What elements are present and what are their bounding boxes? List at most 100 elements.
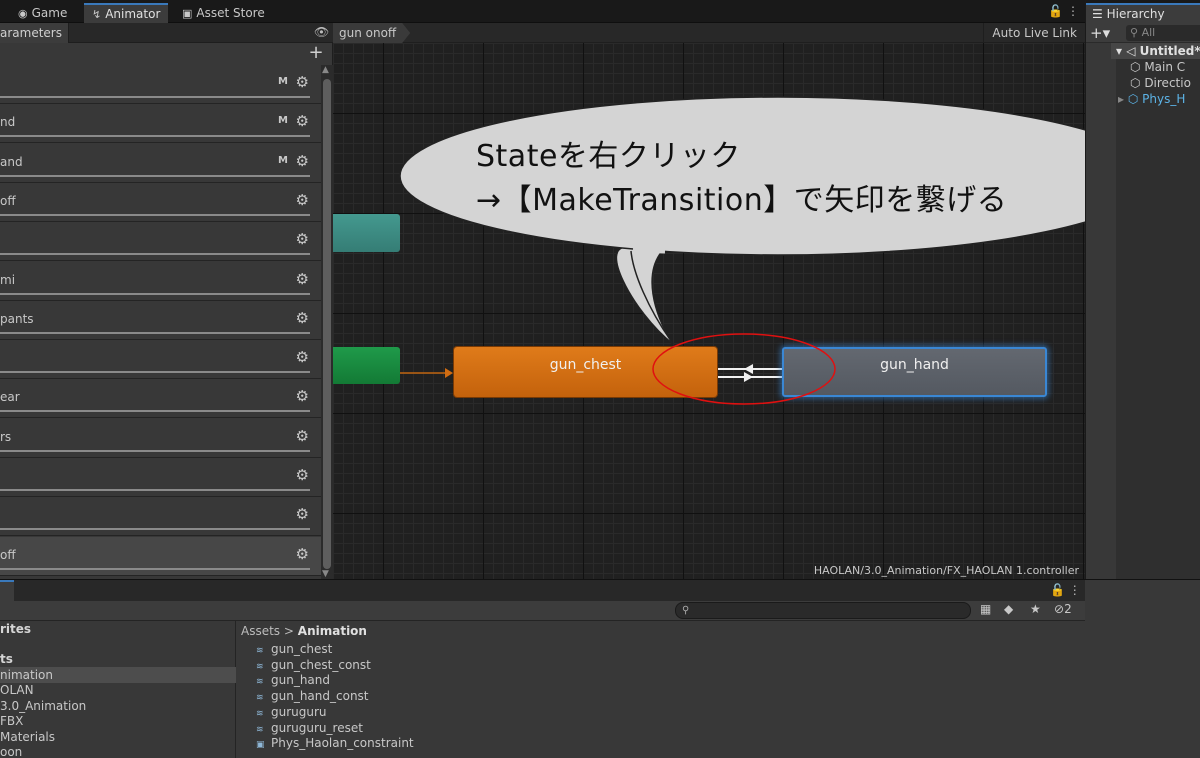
parameter-row[interactable]: M ⚙ [0,65,321,104]
parameter-name[interactable]: nd [0,115,15,129]
gear-icon[interactable]: ⚙ [296,112,309,130]
gear-icon[interactable]: ⚙ [296,427,309,445]
parameter-value-bar[interactable] [0,174,310,177]
parameter-row[interactable]: off ⚙ [0,536,321,576]
parameter-name[interactable]: off [0,548,16,562]
asset-item[interactable]: ≋ gun_hand_const [256,689,369,705]
parameter-value-bar[interactable] [0,253,310,256]
more-icon[interactable]: ⋮ [1067,4,1079,18]
hierarchy-search-input[interactable]: ⚲ All [1126,25,1200,41]
create-button[interactable]: +▾ [1090,23,1110,43]
folder-fbx[interactable]: FBX [0,713,23,729]
hierarchy-item-phys[interactable]: ▸ ⬡ Phys_H [1118,91,1185,107]
expand-arrow-icon[interactable]: ▾ [1116,44,1122,58]
parameter-name[interactable]: and [0,155,23,169]
asset-item[interactable]: ≋ guruguru_reset [256,721,363,737]
parameter-row[interactable]: ⚙ [0,222,321,262]
parameter-name[interactable]: mi [0,273,15,287]
hierarchy-item-directional-light[interactable]: ⬡ Directio [1130,75,1191,91]
parameter-row[interactable]: pants ⚙ [0,300,321,340]
parameter-name[interactable]: ear [0,390,20,404]
folder-favorites[interactable]: rites [0,621,31,637]
gear-icon[interactable]: ⚙ [296,152,309,170]
tab-asset-store[interactable]: ▣ Asset Store [174,3,273,23]
parameter-value-bar[interactable] [0,528,310,531]
lock-icon[interactable]: 🔓 [1050,583,1065,597]
label-icon[interactable]: ◆ [1004,602,1013,616]
folder-assets[interactable]: ts [0,651,13,667]
lock-icon[interactable]: 🔓 [1048,4,1063,18]
hidden-packages-icon[interactable]: ⊘2 [1054,602,1072,616]
scroll-down-icon[interactable]: ▼ [322,569,329,579]
tab-project[interactable] [0,580,14,601]
parameter-row[interactable]: and M ⚙ [0,143,321,183]
breadcrumb-animation[interactable]: Animation [298,624,367,638]
layer-breadcrumb[interactable]: gun onoff [333,23,410,43]
parameter-row[interactable]: ⚙ [0,497,321,537]
parameter-row[interactable]: ⚙ [0,340,321,380]
hierarchy-item-main-camera[interactable]: ⬡ Main C [1130,59,1185,75]
parameter-value-bar[interactable] [0,96,310,98]
folder-materials[interactable]: Materials [0,729,55,745]
parameter-name[interactable]: off [0,194,16,208]
parameter-value-bar[interactable] [0,135,310,138]
gear-icon[interactable]: ⚙ [296,191,309,209]
parameter-value-bar[interactable] [0,292,310,295]
eye-icon[interactable]: 👁 [314,25,329,39]
add-parameter-button[interactable]: + [307,43,325,63]
scrollbar-thumb[interactable] [323,79,331,569]
parameter-value-bar[interactable] [0,449,310,452]
breadcrumb-assets[interactable]: Assets [241,624,280,638]
asset-item[interactable]: ▣ Phys_Haolan_constraint [256,736,414,752]
animator-graph[interactable]: gun_chest gun_hand gun onoff Auto Live L… [333,23,1085,579]
gear-icon[interactable]: ⚙ [296,466,309,484]
tab-hierarchy[interactable]: ☰ Hierarchy [1086,3,1200,23]
project-search-input[interactable]: ⚲ [675,602,971,619]
parameter-value-bar[interactable] [0,213,310,216]
star-icon[interactable]: ★ [1030,602,1041,616]
parameter-value-bar[interactable] [0,489,310,491]
parameter-value-bar[interactable] [0,331,310,334]
scrollbar[interactable]: ▲ ▼ [321,65,333,579]
hierarchy-item-scene[interactable]: ▾ ◁ Untitled* [1111,43,1200,59]
parameter-name[interactable]: pants [0,312,34,326]
gear-icon[interactable]: ⚙ [296,505,309,523]
auto-live-link-button[interactable]: Auto Live Link [983,23,1085,43]
parameter-row[interactable]: rs ⚙ [0,418,321,458]
parameter-value-bar[interactable] [0,410,310,413]
parameter-row[interactable]: ear ⚙ [0,379,321,419]
parameter-row[interactable]: off ⚙ [0,182,321,222]
project-tab-menu[interactable]: 🔓 ⋮ [1050,583,1081,597]
tab-animator[interactable]: ↯ Animator [84,3,169,23]
collapse-arrow-icon[interactable]: ▸ [1118,92,1124,106]
project-folder-tree: rites ts nimation OLAN 3.0_Animation FBX… [0,621,236,758]
parameter-row[interactable]: nd M ⚙ [0,104,321,144]
folder-toon[interactable]: oon [0,744,22,758]
asset-item[interactable]: ≋ guruguru [256,705,327,721]
parameter-name[interactable]: rs [0,430,11,444]
gear-icon[interactable]: ⚙ [296,545,309,563]
scroll-up-icon[interactable]: ▲ [322,65,329,75]
tab-parameters[interactable]: arameters [0,23,69,43]
folder-3-0-animation[interactable]: 3.0_Animation [0,698,86,714]
gear-icon[interactable]: ⚙ [296,270,309,288]
more-icon[interactable]: ⋮ [1069,583,1081,597]
folder-animation[interactable]: nimation [0,667,236,683]
parameter-value-bar[interactable] [0,567,310,570]
parameter-row[interactable]: mi ⚙ [0,261,321,301]
gear-icon[interactable]: ⚙ [296,73,309,91]
parameter-row[interactable]: ⚙ [0,458,321,497]
asset-item[interactable]: ≋ gun_chest_const [256,658,371,674]
filter-type-icon[interactable]: ▦ [980,602,991,616]
gear-icon[interactable]: ⚙ [296,348,309,366]
gear-icon[interactable]: ⚙ [296,309,309,327]
parameter-value-bar[interactable] [0,371,310,374]
asset-item[interactable]: ≋ gun_chest [256,642,332,658]
folder-haolan[interactable]: OLAN [0,682,34,698]
gameobject-icon: ⬡ [1130,76,1141,90]
tab-menu[interactable]: 🔓 ⋮ [1048,4,1079,18]
tab-game[interactable]: ◉ Game [10,3,75,23]
gear-icon[interactable]: ⚙ [296,230,309,248]
gear-icon[interactable]: ⚙ [296,387,309,405]
asset-item[interactable]: ≋ gun_hand [256,673,330,689]
